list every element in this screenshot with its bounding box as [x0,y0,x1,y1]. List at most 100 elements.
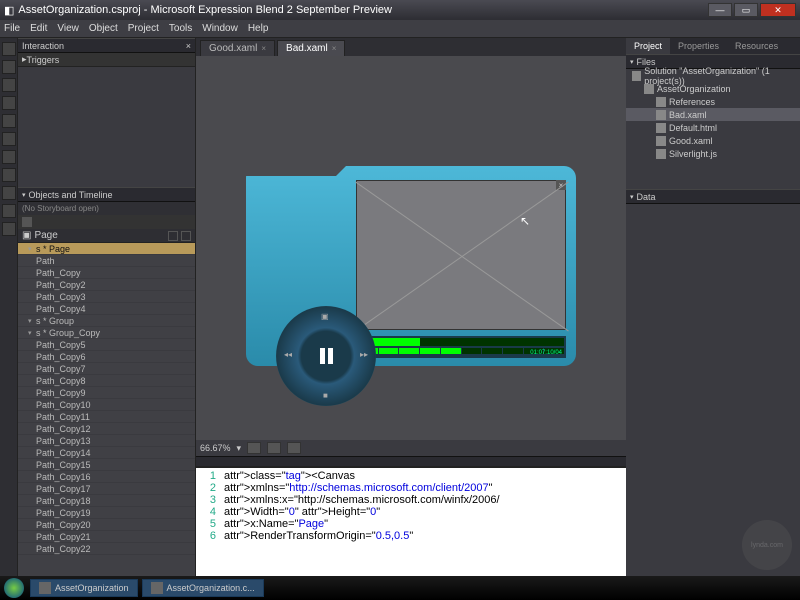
tree-item[interactable]: Path_Copy18 [18,495,195,507]
menu-edit[interactable]: Edit [30,23,47,34]
storyboard-status: (No Storyboard open) [18,202,195,215]
lock-icon[interactable] [181,231,191,241]
triggers-header[interactable]: ▸ Triggers [18,53,195,67]
file-item[interactable]: Silverlight.js [626,147,800,160]
pen-tool-icon[interactable] [2,150,16,164]
menu-help[interactable]: Help [248,23,269,34]
tree-item[interactable]: Path_Copy15 [18,459,195,471]
tree-item[interactable]: ▾s * Group [18,315,195,327]
tree-item[interactable]: Path_Copy [18,267,195,279]
objects-panel-header[interactable]: ▾ Objects and Timeline [18,187,195,202]
tree-item[interactable]: Path_Copy9 [18,387,195,399]
taskbar-button[interactable]: AssetOrganization.c... [142,579,264,597]
code-line[interactable]: 4 attr">Width="0" attr">Height="0" [200,506,622,518]
code-line[interactable]: 6 attr">RenderTransformOrigin="0.5,0.5" [200,530,622,542]
close-icon[interactable]: × [556,180,566,190]
artboard-scrollbar[interactable] [196,456,626,466]
file-item[interactable]: Solution "AssetOrganization" (1 project(… [626,69,800,82]
file-item[interactable]: Good.xaml [626,134,800,147]
xaml-editor[interactable]: 1attr">class="tag"><Canvas2 attr">xmlns=… [196,466,626,576]
menubar: File Edit View Object Project Tools Window Help [0,20,800,38]
tree-item[interactable]: Path_Copy22 [18,543,195,555]
tree-item[interactable]: ▾s * Page [18,243,195,255]
tree-item[interactable]: ▾s * Group_Copy [18,327,195,339]
panel-tab-project[interactable]: Project [626,38,670,54]
stop-icon[interactable]: ■ [323,391,328,400]
close-icon[interactable]: × [332,44,337,53]
close-button[interactable]: ✕ [760,3,796,17]
menu-file[interactable]: File [4,23,20,34]
tree-item[interactable]: Path_Copy4 [18,303,195,315]
code-line[interactable]: 1attr">class="tag"><Canvas [200,470,622,482]
panel-tab-resources[interactable]: Resources [727,38,786,54]
effects-icon[interactable] [287,442,301,454]
eject-icon[interactable]: ▣ [321,312,329,321]
tree-item[interactable]: Path_Copy21 [18,531,195,543]
chevron-down-icon[interactable]: ▾ [237,443,242,454]
objects-tree[interactable]: ▾s * PagePathPath_CopyPath_Copy2Path_Cop… [18,243,195,576]
tree-item[interactable]: Path_Copy8 [18,375,195,387]
layout-tool-icon[interactable] [2,186,16,200]
progress-bar[interactable]: 01:07:10/04 [356,336,566,358]
tree-item[interactable]: Path_Copy2 [18,279,195,291]
page-row[interactable]: ▣ Page [18,229,195,243]
code-line[interactable]: 5 attr">x:Name="Page" [200,518,622,530]
tree-item[interactable]: Path_Copy17 [18,483,195,495]
menu-window[interactable]: Window [202,23,238,34]
file-item[interactable]: Bad.xaml [626,108,800,121]
tree-item[interactable]: Path_Copy3 [18,291,195,303]
tree-item[interactable]: Path_Copy10 [18,399,195,411]
tree-item[interactable]: Path_Copy5 [18,339,195,351]
files-tree[interactable]: Solution "AssetOrganization" (1 project(… [626,69,800,189]
tree-item[interactable]: Path_Copy6 [18,351,195,363]
file-item[interactable]: References [626,95,800,108]
minimize-button[interactable]: — [708,3,732,17]
taskbar-button[interactable]: AssetOrganization [30,579,138,597]
tree-item[interactable]: Path_Copy13 [18,435,195,447]
tree-item[interactable]: Path_Copy14 [18,447,195,459]
window-title: AssetOrganization.csproj - Microsoft Exp… [18,4,708,16]
tree-item[interactable]: Path_Copy20 [18,519,195,531]
zoom-tool-icon[interactable] [2,96,16,110]
tree-item[interactable]: Path_Copy12 [18,423,195,435]
start-button[interactable] [4,578,24,598]
close-icon[interactable]: × [186,41,191,51]
zoom-level[interactable]: 66.67% [200,443,231,453]
prev-icon[interactable]: ◂◂ [284,350,292,359]
pause-button[interactable] [308,338,344,374]
tree-item[interactable]: Path [18,255,195,267]
eyedropper-tool-icon[interactable] [2,114,16,128]
interaction-panel-header[interactable]: Interaction × [18,38,195,53]
new-icon[interactable] [22,217,32,227]
file-icon [656,149,666,159]
text-tool-icon[interactable] [2,204,16,218]
grid-icon[interactable] [247,442,261,454]
tree-item[interactable]: Path_Copy11 [18,411,195,423]
selection-tool-icon[interactable] [2,42,16,56]
pan-tool-icon[interactable] [2,78,16,92]
data-panel-header[interactable]: ▾ Data [626,189,800,204]
menu-object[interactable]: Object [89,23,118,34]
menu-tools[interactable]: Tools [169,23,192,34]
code-line[interactable]: 2 attr">xmlns="http://schemas.microsoft.… [200,482,622,494]
tree-item[interactable]: Path_Copy16 [18,471,195,483]
menu-view[interactable]: View [57,23,79,34]
maximize-button[interactable]: ▭ [734,3,758,17]
rectangle-tool-icon[interactable] [2,168,16,182]
tree-item[interactable]: Path_Copy19 [18,507,195,519]
menu-project[interactable]: Project [128,23,159,34]
next-icon[interactable]: ▸▸ [360,350,368,359]
close-icon[interactable]: × [261,44,266,53]
snap-icon[interactable] [267,442,281,454]
tree-item[interactable]: Path_Copy7 [18,363,195,375]
brush-tool-icon[interactable] [2,132,16,146]
code-line[interactable]: 3 attr">xmlns:x="http://schemas.microsof… [200,494,622,506]
doc-tab[interactable]: Good.xaml× [200,40,275,56]
doc-tab[interactable]: Bad.xaml× [277,40,345,56]
asset-tool-icon[interactable] [2,222,16,236]
visibility-icon[interactable] [168,231,178,241]
artboard[interactable]: DesignXAMLSplit ↖ × 01:07:10/04 [196,56,626,440]
file-item[interactable]: Default.html [626,121,800,134]
direct-select-tool-icon[interactable] [2,60,16,74]
panel-tab-properties[interactable]: Properties [670,38,727,54]
